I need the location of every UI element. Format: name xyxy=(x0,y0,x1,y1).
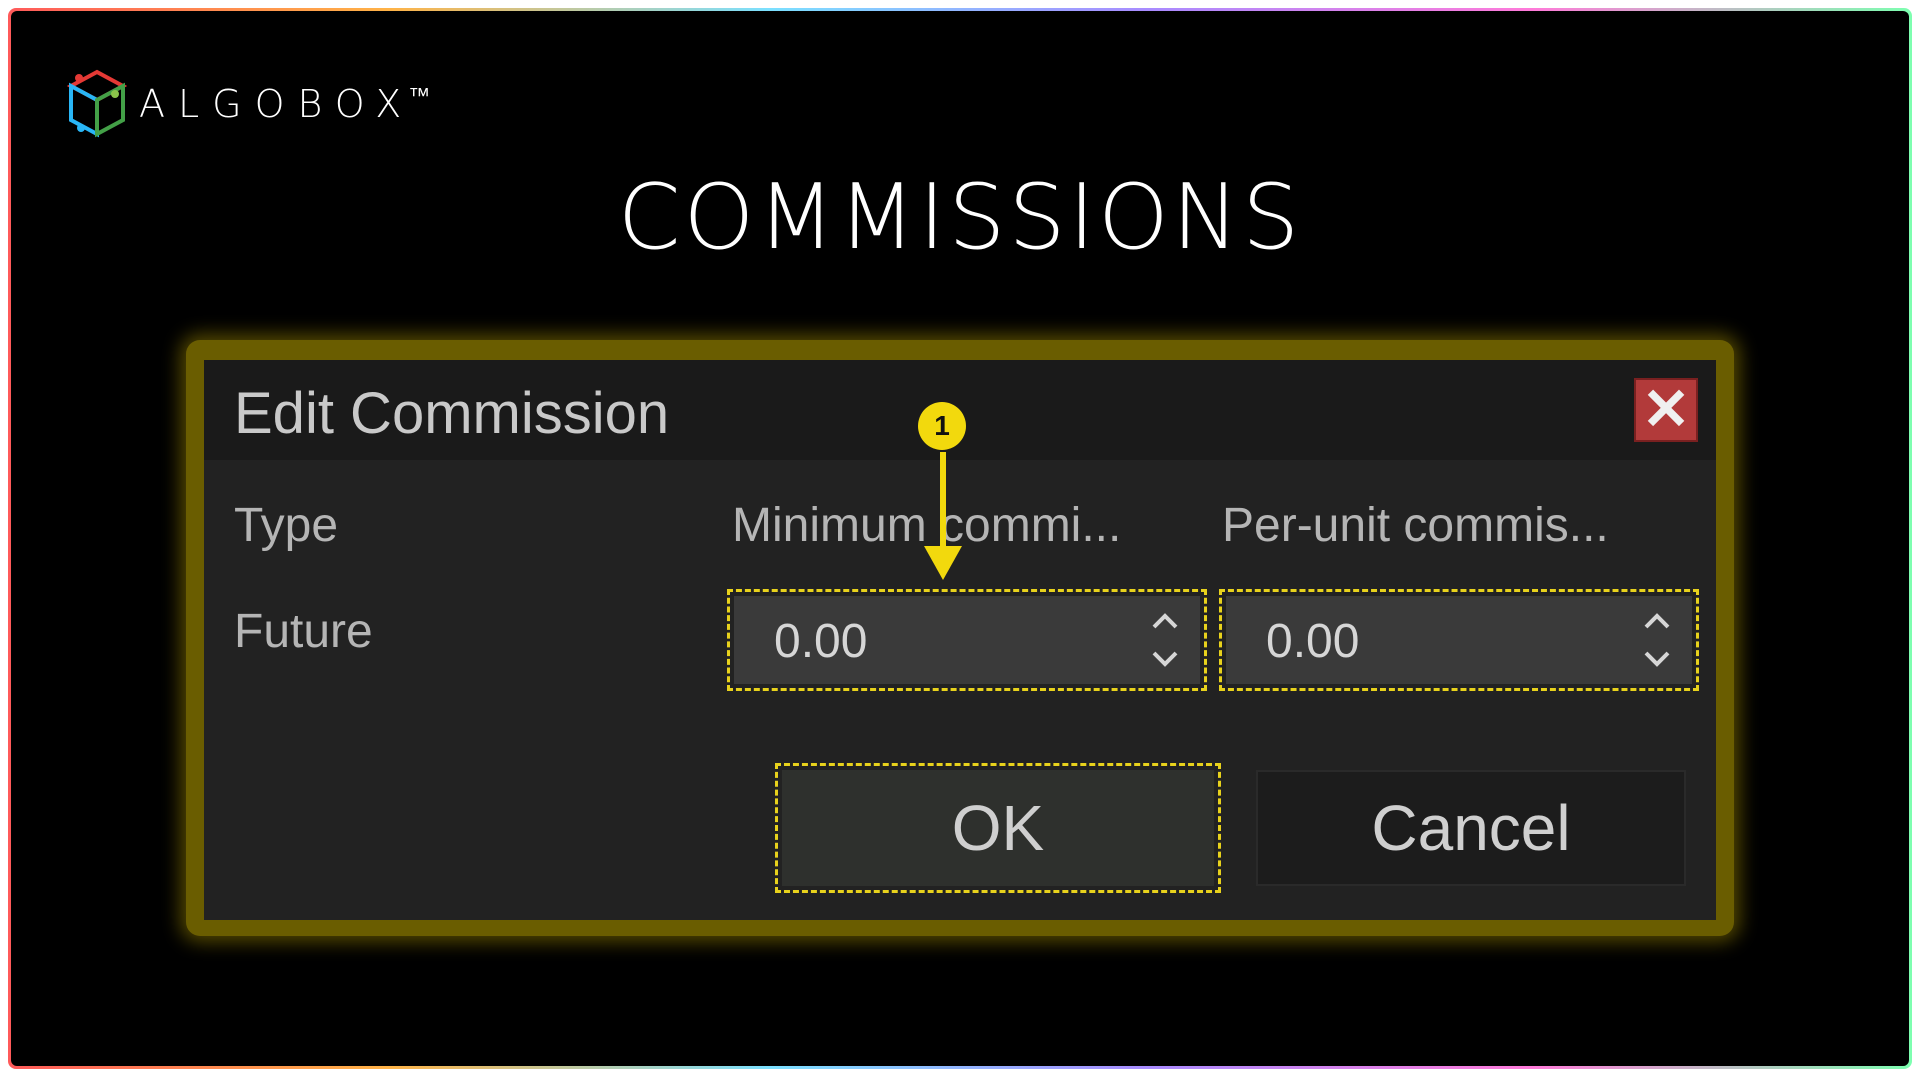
row-type-label: Future xyxy=(234,605,373,658)
chevron-up-icon[interactable] xyxy=(1640,608,1674,634)
arrow-down-icon xyxy=(924,452,962,580)
column-header-per-unit: Per-unit commis... xyxy=(1222,499,1609,552)
chevron-down-icon[interactable] xyxy=(1148,646,1182,672)
column-header-type: Type xyxy=(234,499,339,552)
cancel-button[interactable]: Cancel xyxy=(1256,770,1686,886)
edit-commission-dialog: Edit Commission ✕ Type Minimum commi... … xyxy=(204,360,1716,920)
brand-logo: ALGOBOX™ xyxy=(65,68,430,140)
ok-button[interactable]: OK xyxy=(775,763,1221,893)
brand-name: ALGOBOX™ xyxy=(139,82,431,126)
close-button[interactable]: ✕ xyxy=(1634,378,1698,442)
per-unit-commission-stepper[interactable]: 0.00 xyxy=(1219,589,1699,691)
chevron-up-icon[interactable] xyxy=(1148,608,1182,634)
annotation-marker: 1 xyxy=(918,402,966,450)
cube-logo-icon xyxy=(66,69,128,138)
minimum-commission-value: 0.00 xyxy=(774,615,868,668)
page-title: COMMISSIONS xyxy=(617,165,1303,270)
chevron-down-icon[interactable] xyxy=(1640,646,1674,672)
dialog-title: Edit Commission xyxy=(234,381,670,446)
minimum-commission-stepper[interactable]: 0.00 xyxy=(727,589,1207,691)
close-icon: ✕ xyxy=(1641,377,1691,442)
per-unit-commission-value: 0.00 xyxy=(1266,615,1360,668)
